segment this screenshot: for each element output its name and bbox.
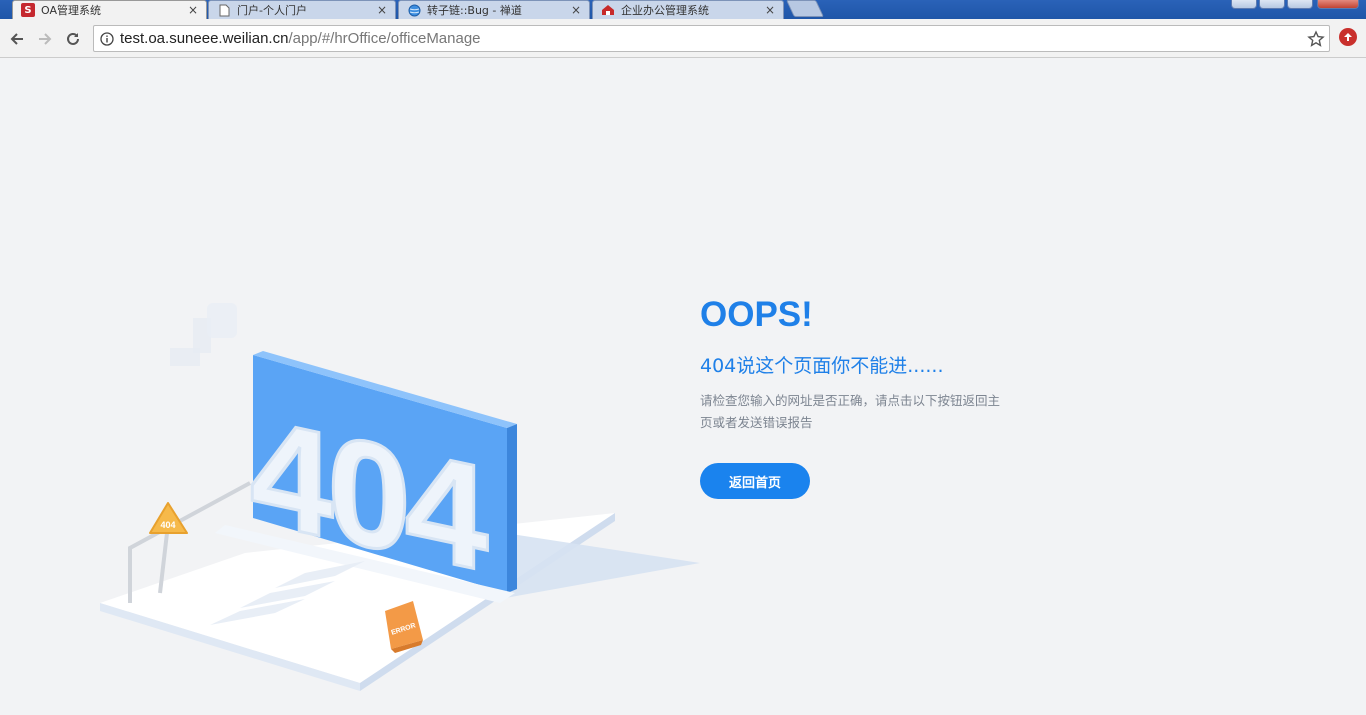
close-icon[interactable]: × [375, 3, 389, 17]
arrow-left-icon [10, 33, 23, 45]
404-illustration: 404 404 ERROR [100, 303, 700, 691]
error-subtitle: 404说这个页面你不能进...... [700, 355, 944, 377]
maximize-button[interactable] [1287, 0, 1313, 9]
tab-label: 转子链::Bug - 禅道 [427, 4, 522, 17]
tab-bug-tracker[interactable]: 转子链::Bug - 禅道 × [398, 0, 590, 19]
page-icon [217, 3, 231, 17]
address-bar[interactable]: test.oa.suneee.weilian.cn/app/#/hrOffice… [93, 25, 1330, 52]
error-description: 请检查您输入的网址是否正确，请点击以下按钮返回主页或者发送错误报告 [700, 393, 1001, 430]
tab-label: 门户-个人门户 [237, 4, 307, 17]
extension-icon[interactable] [1339, 28, 1357, 46]
reload-button[interactable] [62, 28, 84, 50]
info-icon[interactable] [100, 31, 114, 46]
home-icon [601, 3, 615, 17]
back-to-home-button[interactable]: 返回首页 [700, 463, 810, 499]
back-button[interactable] [6, 28, 28, 50]
close-icon[interactable]: × [569, 3, 583, 17]
minimize-button[interactable] [1259, 0, 1285, 9]
warning-sign-text: 404 [160, 520, 175, 530]
forward-button[interactable] [34, 28, 56, 50]
error-title: OOPS! [700, 295, 813, 334]
page-content: 404 404 ERROR OOPS! 404说这个页面你不能进...... 请… [0, 58, 1366, 715]
tab-label: OA管理系统 [41, 4, 101, 17]
s-logo-icon: S [21, 3, 35, 17]
tab-enterprise-office[interactable]: 企业办公管理系统 × [592, 0, 784, 19]
new-tab-button[interactable] [786, 0, 824, 17]
user-icon[interactable] [1231, 0, 1257, 9]
tab-portal[interactable]: 门户-个人门户 × [208, 0, 396, 19]
close-window-button[interactable] [1317, 0, 1359, 9]
url-path: /app/#/hrOffice/officeManage [288, 30, 481, 47]
close-icon[interactable]: × [763, 3, 777, 17]
tab-oa-system[interactable]: S OA管理系统 × [12, 0, 207, 19]
tab-label: 企业办公管理系统 [621, 4, 709, 17]
window-titlebar: S OA管理系统 × 门户-个人门户 × 转子链::Bug - 禅道 × 企业办… [0, 0, 1366, 19]
close-icon[interactable]: × [186, 3, 200, 17]
error-message-block: OOPS! 404说这个页面你不能进...... 请检查您输入的网址是否正确，请… [700, 295, 1020, 499]
star-icon[interactable] [1307, 30, 1325, 48]
reload-icon [67, 32, 79, 45]
browser-toolbar: test.oa.suneee.weilian.cn/app/#/hrOffice… [0, 19, 1366, 58]
arrow-right-icon [39, 33, 52, 45]
url-host: test.oa.suneee.weilian.cn [120, 30, 289, 47]
globe-icon [407, 3, 421, 17]
